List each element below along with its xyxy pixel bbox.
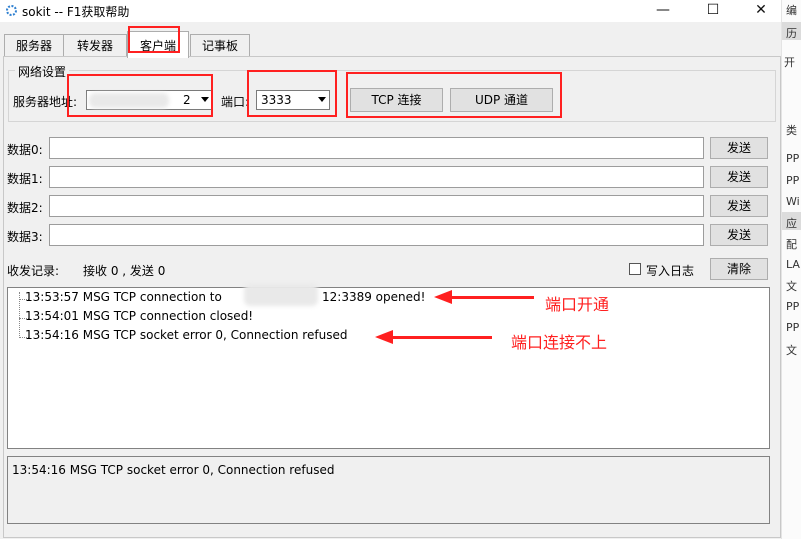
send1-button[interactable]: 发送	[710, 166, 768, 188]
sidebar-item[interactable]: 文	[786, 342, 801, 358]
data2-label: 数据2:	[7, 201, 43, 215]
sidebar-item[interactable]: PP	[786, 321, 801, 334]
annotation-arrow-line	[452, 296, 534, 299]
sidebar-item[interactable]: 历	[786, 25, 801, 41]
log-line: 13:54:01 MSG TCP connection closed!	[25, 309, 254, 323]
log-line: 13:54:16 MSG TCP socket error 0, Connect…	[25, 328, 348, 342]
sidebar-item[interactable]: LA	[786, 258, 801, 271]
log-line-prefix: 13:53:57 MSG TCP connection to	[25, 290, 222, 304]
status-box: 13:54:16 MSG TCP socket error 0, Connect…	[7, 456, 770, 524]
annotation-port-refused: 端口连接不上	[511, 333, 608, 352]
data1-field[interactable]	[49, 166, 704, 188]
sidebar-item[interactable]: Wi	[786, 195, 801, 208]
close-button[interactable]: ✕	[738, 0, 784, 22]
sidebar-item[interactable]: PP	[786, 300, 801, 313]
tab-highlight-box	[128, 26, 180, 53]
annotation-arrow-icon	[375, 330, 393, 344]
port-label: 端口:	[221, 95, 250, 109]
log-line-suffix: 12:3389 opened!	[322, 290, 426, 304]
app-icon	[6, 5, 17, 16]
server-highlight-box	[67, 74, 213, 117]
log-line: 13:53:57 MSG TCP connection to	[25, 290, 222, 304]
sidebar-item[interactable]: 编	[786, 2, 801, 18]
window-title: sokit -- F1获取帮助	[22, 5, 130, 19]
sidebar-item[interactable]: 应	[786, 215, 801, 231]
data2-field[interactable]	[49, 195, 704, 217]
tab-forwarder[interactable]: 转发器	[63, 34, 127, 57]
status-text: 13:54:16 MSG TCP socket error 0, Connect…	[12, 463, 335, 477]
annotation-arrow-line	[392, 336, 492, 339]
sidebar-item[interactable]: PP	[786, 174, 801, 187]
network-group-title: 网络设置	[15, 63, 70, 80]
data0-field[interactable]	[49, 137, 704, 159]
sidebar-item[interactable]: 类	[786, 122, 801, 138]
annotation-port-open: 端口开通	[545, 295, 610, 314]
sidebar-item[interactable]: 文	[786, 278, 801, 294]
minimize-button[interactable]: —	[640, 0, 686, 22]
tab-server[interactable]: 服务器	[4, 34, 64, 57]
data3-label: 数据3:	[7, 230, 43, 244]
write-log-checkbox[interactable]	[629, 263, 641, 275]
data3-field[interactable]	[49, 224, 704, 246]
write-log-label: 写入日志	[646, 264, 695, 278]
port-highlight-box	[247, 70, 337, 117]
title-bar: sokit -- F1获取帮助 — ☐ ✕	[0, 0, 781, 22]
tab-notepad[interactable]: 记事板	[190, 34, 250, 57]
data1-label: 数据1:	[7, 172, 43, 186]
send0-button[interactable]: 发送	[710, 137, 768, 159]
sidebar-item[interactable]: 开	[784, 54, 799, 70]
buttons-highlight-box	[346, 72, 562, 118]
annotation-arrow-icon	[434, 290, 452, 304]
send2-button[interactable]: 发送	[710, 195, 768, 217]
records-stats: 接收 0 , 发送 0	[83, 264, 166, 278]
sidebar-item[interactable]: 配	[786, 236, 801, 252]
redacted-region	[244, 284, 318, 306]
maximize-button[interactable]: ☐	[690, 0, 736, 22]
sidebar-item[interactable]: PP	[786, 152, 801, 165]
send3-button[interactable]: 发送	[710, 224, 768, 246]
data0-label: 数据0:	[7, 143, 43, 157]
clear-button[interactable]: 清除	[710, 258, 768, 280]
records-label: 收发记录:	[7, 264, 60, 278]
